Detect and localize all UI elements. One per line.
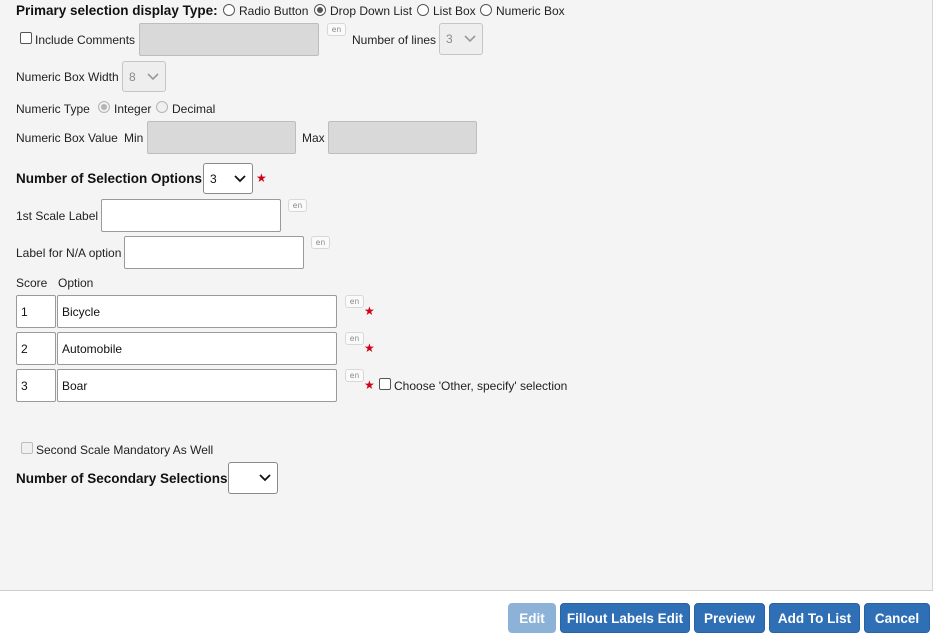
first-scale-label-field[interactable] (101, 199, 281, 232)
option-column-header: Option (58, 276, 94, 290)
cancel-button[interactable]: Cancel (864, 603, 930, 633)
radio-button-type-label: Radio Button (239, 4, 309, 18)
other-specify-checkbox[interactable] (379, 378, 391, 390)
list-box-type-label: List Box (433, 4, 476, 18)
numeric-box-width-select[interactable]: 8 (122, 61, 166, 92)
second-scale-mandatory-checkbox[interactable] (21, 442, 33, 454)
number-of-lines-select[interactable]: 3 (439, 23, 483, 55)
max-label: Max (302, 131, 325, 145)
option-language-tag[interactable]: en (345, 332, 364, 345)
option-language-tag[interactable]: en (345, 369, 364, 382)
option-language-tag[interactable]: en (345, 295, 364, 308)
numeric-box-width-label: Numeric Box Width (16, 70, 119, 84)
na-option-language-tag[interactable]: en (311, 236, 330, 249)
include-comments-label: Include Comments (35, 33, 136, 47)
option-score-field[interactable]: 3 (16, 369, 56, 402)
numeric-box-value-label: Numeric Box Value (16, 131, 118, 145)
option-text-field[interactable]: Bicycle (57, 295, 337, 328)
second-scale-mandatory-label: Second Scale Mandatory As Well (36, 443, 214, 457)
max-value-field[interactable] (328, 121, 477, 154)
score-column-header: Score (16, 276, 48, 290)
selection-options-count-label: Number of Selection Options (16, 171, 203, 186)
number-of-lines-value: 3 (446, 32, 453, 46)
other-specify-label: Choose 'Other, specify' selection (394, 379, 568, 393)
option-score-field[interactable]: 1 (16, 295, 56, 328)
fillout-labels-edit-button[interactable]: Fillout Labels Edit (560, 603, 690, 633)
drop-down-list-type-label: Drop Down List (330, 4, 413, 18)
option-text-field[interactable]: Automobile (57, 332, 337, 365)
required-star-icon: ★ (364, 304, 375, 318)
include-comments-checkbox[interactable] (20, 32, 32, 44)
min-value-field[interactable] (147, 121, 296, 154)
required-star-icon: ★ (364, 378, 375, 392)
secondary-selections-select[interactable] (228, 462, 278, 494)
integer-type-radio[interactable] (98, 101, 110, 113)
secondary-selections-label: Number of Secondary Selections (16, 471, 228, 486)
decimal-type-label: Decimal (172, 102, 216, 116)
list-box-type-radio[interactable] (417, 4, 429, 16)
radio-button-type-radio[interactable] (223, 4, 235, 16)
comments-language-tag[interactable]: en (327, 23, 346, 36)
number-of-lines-label: Number of lines (352, 33, 437, 47)
preview-button[interactable]: Preview (694, 603, 765, 633)
integer-type-label: Integer (114, 102, 152, 116)
na-option-label-label: Label for N/A option (16, 246, 122, 260)
option-score-field[interactable]: 2 (16, 332, 56, 365)
chevron-down-icon (464, 35, 476, 43)
drop-down-list-type-radio[interactable] (314, 4, 326, 16)
numeric-box-width-value: 8 (129, 69, 136, 84)
decimal-type-radio[interactable] (156, 101, 168, 113)
numeric-box-type-radio[interactable] (480, 4, 492, 16)
na-option-label-field[interactable] (124, 236, 304, 269)
option-text-field[interactable]: Boar (57, 369, 337, 402)
question-settings-panel: Primary selection display Type: Radio Bu… (0, 0, 933, 591)
chevron-down-icon (147, 72, 159, 80)
numeric-box-type-label: Numeric Box (496, 4, 565, 18)
chevron-down-icon (234, 174, 246, 182)
first-scale-label-language-tag[interactable]: en (288, 199, 307, 212)
selection-options-count-select[interactable]: 3 (203, 163, 253, 194)
required-star-icon: ★ (256, 171, 267, 185)
selection-options-count-value: 3 (210, 171, 217, 186)
add-to-list-button[interactable]: Add To List (769, 603, 860, 633)
display-type-label: Primary selection display Type: (16, 3, 218, 18)
first-scale-label-label: 1st Scale Label (16, 209, 99, 223)
edit-button[interactable]: Edit (508, 603, 556, 633)
chevron-down-icon (259, 474, 271, 482)
numeric-type-label: Numeric Type (16, 102, 90, 116)
min-label: Min (124, 131, 144, 145)
comments-field[interactable] (139, 23, 319, 56)
required-star-icon: ★ (364, 341, 375, 355)
